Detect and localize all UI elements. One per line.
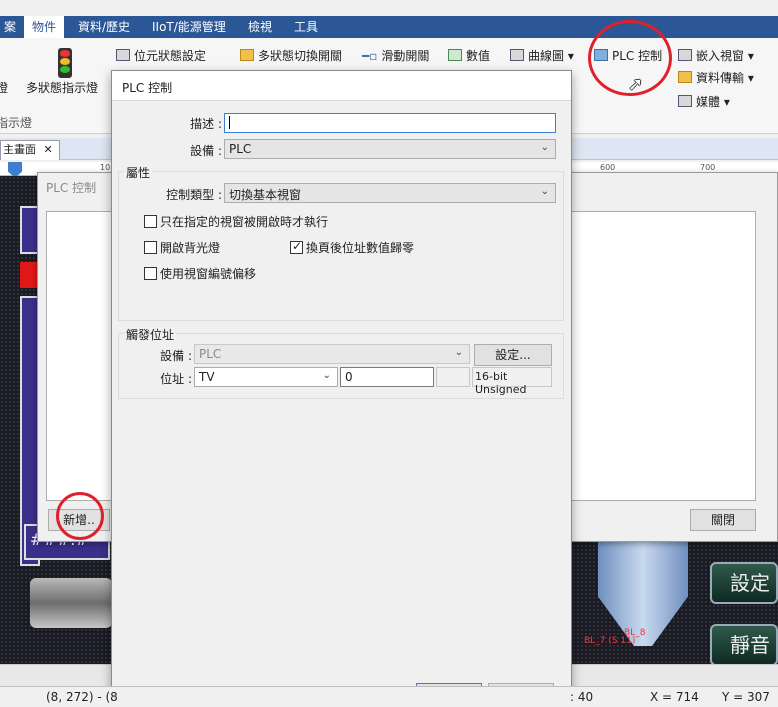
data-transfer-label: 資料傳輸 [696, 71, 745, 85]
embed-window-button[interactable]: 嵌入視窗 ▾ [678, 48, 754, 64]
text-caret [229, 116, 230, 129]
checkbox-checked [290, 239, 303, 254]
description-input[interactable] [224, 113, 556, 133]
canvas-mute-button[interactable]: 靜音 [710, 624, 778, 666]
device-label: 設備 : [190, 144, 222, 158]
bit-state-icon [116, 49, 130, 61]
tab-file[interactable]: 案 [0, 16, 24, 38]
ruler-mark: 700 [700, 163, 716, 172]
status-selection: (8, 272) - (8 [46, 690, 118, 704]
trend-icon [510, 49, 524, 61]
canvas-set-label: 設定 [730, 571, 770, 595]
bg-dialog-title: PLC 控制 [46, 181, 97, 195]
multi-switch-button[interactable]: 多狀態切換開關 [240, 48, 342, 64]
chevron-down-icon: ⌄ [454, 347, 463, 358]
ruler-mark: 10 [100, 163, 111, 172]
lamp-group-label: 指示燈 [0, 116, 33, 130]
status-value: : 40 [570, 690, 594, 704]
trend-button[interactable]: 曲線圖 ▾ [510, 48, 574, 64]
mouse-cursor-icon: ➚ [628, 74, 644, 95]
address-format-field: 16-bit Unsigned [472, 367, 552, 396]
only-window-label: 只在指定的視窗被開啟時才執行 [160, 215, 329, 229]
only-window-checkbox[interactable]: 只在指定的視窗被開啟時才執行 [144, 213, 328, 230]
tab-main-screen-label: 主畫面 [3, 143, 36, 156]
device-value: PLC [229, 142, 252, 156]
numeric-button[interactable]: 數值 [448, 48, 490, 64]
dialog-titlebar[interactable]: PLC 控制 [112, 71, 571, 101]
control-type-select[interactable]: 切換基本視窗 ⌄ [224, 183, 556, 203]
reset-address-checkbox[interactable]: 換頁後位址數值歸零 [290, 239, 414, 256]
window-offset-checkbox[interactable]: 使用視窗編號偏移 [144, 265, 256, 282]
multi-switch-label: 多狀態切換開關 [258, 49, 343, 63]
play-icon [678, 95, 692, 107]
checkbox-box [144, 267, 157, 280]
checkbox-box [144, 215, 157, 228]
tab-tools[interactable]: 工具 [286, 16, 326, 38]
ruler-mark: 600 [600, 163, 616, 172]
pump-icon[interactable] [30, 578, 112, 628]
data-transfer-button[interactable]: 資料傳輸 ▾ [678, 70, 754, 86]
backlight-checkbox[interactable]: 開啟背光燈 [144, 239, 220, 256]
chevron-down-icon: ⌄ [540, 142, 549, 153]
highlight-circle [56, 492, 104, 540]
address-input[interactable]: 0 [340, 367, 434, 387]
trigger-address-group-label: 觸發位址 [124, 326, 177, 343]
window-icon [678, 49, 692, 61]
media-label: 媒體 [696, 95, 721, 109]
address-extra-field [436, 367, 470, 387]
chevron-down-icon: ⌄ [322, 370, 331, 381]
status-x: X = 714 [650, 690, 699, 704]
plc-control-dialog: PLC 控制 描述 : 設備 : PLC ⌄ 屬性 控制類型 : 切換基本視窗 ⌄ … [111, 70, 572, 707]
checkbox-box [144, 241, 157, 254]
canvas-set-button[interactable]: 設定 [710, 562, 778, 604]
bit-state-button[interactable]: 位元狀態設定 [116, 48, 206, 64]
tab-view[interactable]: 檢視 [240, 16, 280, 38]
address-type-value: TV [199, 370, 215, 384]
trigger-device-label: 設備 : [160, 349, 192, 363]
numeric-icon [448, 49, 462, 61]
multi-state-lamp-button[interactable]: 多狀態指示燈 [26, 80, 98, 96]
bit-state-label: 位元狀態設定 [134, 49, 207, 63]
status-y: Y = 307 [722, 690, 770, 704]
close-button[interactable]: 關閉 [690, 509, 756, 531]
window-offset-label: 使用視窗編號偏移 [160, 267, 257, 281]
tab-objects[interactable]: 物件 [24, 16, 65, 38]
tab-data-history[interactable]: 資料/歷史 [70, 16, 138, 38]
backlight-label: 開啟背光燈 [160, 241, 221, 255]
device-select[interactable]: PLC ⌄ [224, 139, 556, 159]
tab-main-screen[interactable]: 主畫面 ✕ [0, 140, 60, 160]
description-label: 描述 : [190, 117, 222, 131]
close-icon[interactable]: ✕ [44, 143, 53, 156]
multi-switch-icon [240, 49, 254, 61]
media-button[interactable]: 媒體 ▾ [678, 94, 730, 110]
trigger-device-value: PLC [199, 347, 222, 361]
slide-switch-label: 滑動開關 [381, 49, 430, 63]
canvas-tag: BL_7 (S 11) [584, 636, 636, 646]
traffic-light-icon [58, 48, 72, 78]
control-type-label: 控制類型 : [166, 188, 222, 202]
slide-switch-button[interactable]: ━▫ 滑動開關 [362, 48, 429, 64]
chevron-down-icon: ⌄ [540, 186, 549, 197]
canvas-mute-label: 靜音 [730, 633, 770, 657]
data-transfer-icon [678, 71, 692, 83]
settings-button[interactable]: 設定... [474, 344, 552, 366]
tab-iiot[interactable]: IIoT/能源管理 [144, 16, 234, 38]
lamp-button[interactable]: 燈 [0, 80, 8, 96]
address-label: 位址 : [160, 372, 192, 386]
trend-label: 曲線圖 [528, 49, 565, 63]
reset-address-label: 換頁後位址數值歸零 [306, 241, 415, 255]
attributes-group-label: 屬性 [124, 164, 153, 181]
address-type-select[interactable]: TV ⌄ [194, 367, 338, 387]
trigger-device-select: PLC ⌄ [194, 344, 470, 364]
numeric-label: 數值 [466, 49, 491, 63]
embed-window-label: 嵌入視窗 [696, 49, 745, 63]
control-type-value: 切換基本視窗 [229, 188, 302, 202]
status-bar: (8, 272) - (8 : 40 X = 714 Y = 307 [0, 686, 778, 707]
dialog-title: PLC 控制 [122, 81, 173, 95]
slide-switch-icon: ━▫ [362, 49, 378, 63]
